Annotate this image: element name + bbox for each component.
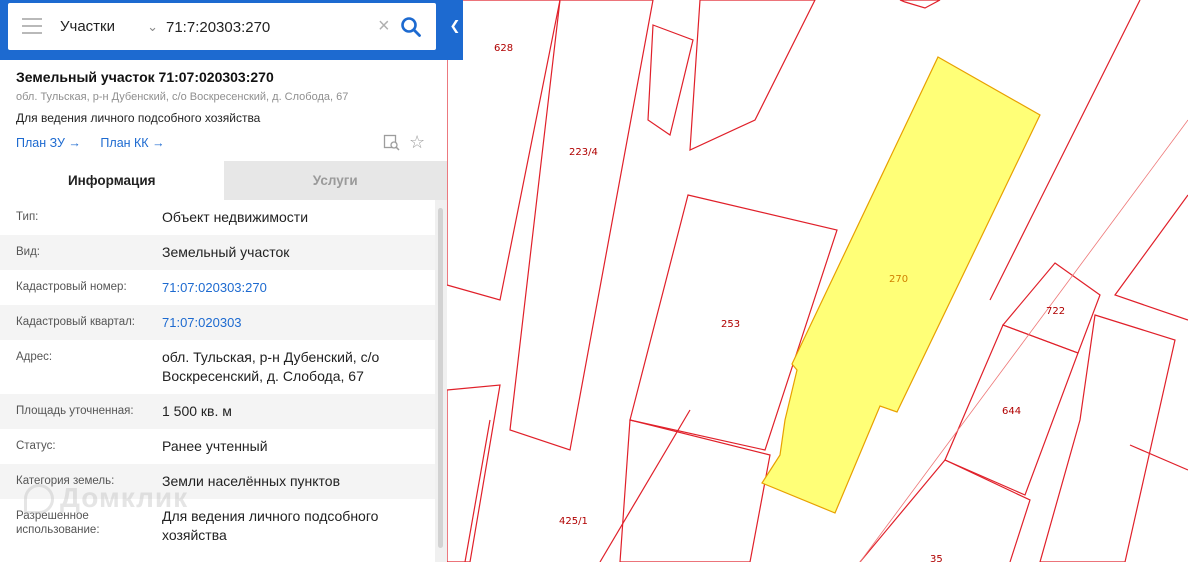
info-row-area: Площадь уточненная: 1 500 кв. м <box>0 394 435 429</box>
info-value: Земли населённых пунктов <box>162 473 341 489</box>
card-actions: ☆ <box>383 133 433 152</box>
parcel-label-644: 644 <box>1002 406 1021 417</box>
object-title: Земельный участок 71:07:020303:270 <box>16 69 274 85</box>
tab-services[interactable]: Услуги <box>223 161 447 200</box>
boundary-line-far-right-bottom[interactable] <box>1129 444 1188 471</box>
info-label: Категория земель: <box>16 475 115 487</box>
panel-scrollbar[interactable] <box>435 200 447 562</box>
parcel-35-boundary[interactable] <box>859 459 1031 562</box>
selected-parcel-270[interactable] <box>761 56 1041 514</box>
info-value: обл. Тульская, р-н Дубенский, с/о Воскре… <box>162 349 380 384</box>
parcel-label-628: 628 <box>494 43 513 54</box>
boundary-line-center[interactable] <box>599 409 691 562</box>
collapse-panel-button[interactable]: ❮ <box>447 0 463 60</box>
info-table: Тип: Объект недвижимости Вид: Земельный … <box>0 200 435 562</box>
info-label: Кадастровый номер: <box>16 281 127 293</box>
info-value: Объект недвижимости <box>162 209 309 225</box>
layer-select[interactable]: Участки ⌄ <box>60 3 160 50</box>
plan-kk-link[interactable]: План КК → <box>100 136 164 150</box>
info-row-status: Статус: Ранее учтенный <box>0 429 435 464</box>
scrollbar-thumb[interactable] <box>438 208 443 548</box>
object-info-panel: Участки ⌄ × Земельный участок 71:07:0203… <box>0 0 447 562</box>
info-value: Для ведения личного подсобного хозяйства <box>162 508 379 543</box>
search-input[interactable] <box>166 15 371 39</box>
info-row-type: Тип: Объект недвижимости <box>0 200 435 235</box>
clear-icon[interactable]: × <box>378 14 390 38</box>
parcel-label-270: 270 <box>889 274 908 285</box>
chevron-down-icon: ⌄ <box>147 19 158 34</box>
plan-zu-link[interactable]: План ЗУ → <box>16 136 81 150</box>
parcel-label-223-4: 223/4 <box>569 147 598 158</box>
search-box: Участки ⌄ × <box>8 3 436 50</box>
info-row-kind: Вид: Земельный участок <box>0 235 435 270</box>
parcel-223-4-boundary[interactable] <box>509 0 654 451</box>
parcel-label-425-1: 425/1 <box>559 516 588 527</box>
info-row-permitted-use: Разрешенное использование: Для ведения л… <box>0 499 435 559</box>
parcel-upper-right-boundary[interactable] <box>689 0 816 151</box>
parcel-label-35: 35 <box>930 554 943 562</box>
star-icon[interactable]: ☆ <box>409 133 425 151</box>
cadastral-number-link[interactable]: 71:07:020303:270 <box>162 278 417 305</box>
object-address: обл. Тульская, р-н Дубенский, с/о Воскре… <box>16 91 349 103</box>
parcel-right-boundary[interactable] <box>1039 314 1176 562</box>
info-row-address: Адрес: обл. Тульская, р-н Дубенский, с/о… <box>0 340 435 394</box>
info-row-cadastral-number: Кадастровый номер: 71:07:020303:270 <box>0 270 435 305</box>
info-label: Площадь уточненная: <box>16 405 134 417</box>
parcel-label-253: 253 <box>721 319 740 330</box>
menu-icon[interactable] <box>22 18 42 34</box>
parcel-label-722: 722 <box>1046 306 1065 317</box>
parcel-425-1-boundary[interactable] <box>446 384 501 562</box>
boundary-line-left[interactable] <box>464 419 491 562</box>
parcel-far-top-boundary[interactable] <box>899 0 941 9</box>
info-value: Земельный участок <box>162 244 290 260</box>
tab-information[interactable]: Информация <box>0 161 224 200</box>
info-value: 1 500 кв. м <box>162 403 232 419</box>
search-icon[interactable] <box>400 16 422 38</box>
info-tabs: Информация Услуги <box>0 161 447 200</box>
document-search-icon[interactable] <box>383 134 400 151</box>
object-card-header: Земельный участок 71:07:020303:270 обл. … <box>16 68 436 126</box>
info-label: Адрес: <box>16 351 53 363</box>
info-label: Тип: <box>16 211 39 223</box>
cadastral-quarter-link[interactable]: 71:07:020303 <box>162 313 417 340</box>
plan-links: План ЗУ → План КК → <box>16 136 181 150</box>
info-label: Разрешенное использование: <box>16 510 100 536</box>
object-purpose: Для ведения личного подсобного хозяйства <box>16 111 261 125</box>
info-row-land-category: Категория земель: Земли населённых пункт… <box>0 464 435 499</box>
boundary-line-far-right[interactable] <box>1114 194 1188 321</box>
info-label: Вид: <box>16 246 40 258</box>
info-label: Кадастровый квартал: <box>16 316 135 328</box>
info-label: Статус: <box>16 440 56 452</box>
info-value: Ранее учтенный <box>162 438 268 454</box>
info-row-cadastral-quarter: Кадастровый квартал: 71:07:020303 <box>0 305 435 340</box>
parcel-top-boundary[interactable] <box>647 24 694 136</box>
layer-select-value: Участки <box>60 18 115 35</box>
search-bar: Участки ⌄ × <box>0 0 447 60</box>
